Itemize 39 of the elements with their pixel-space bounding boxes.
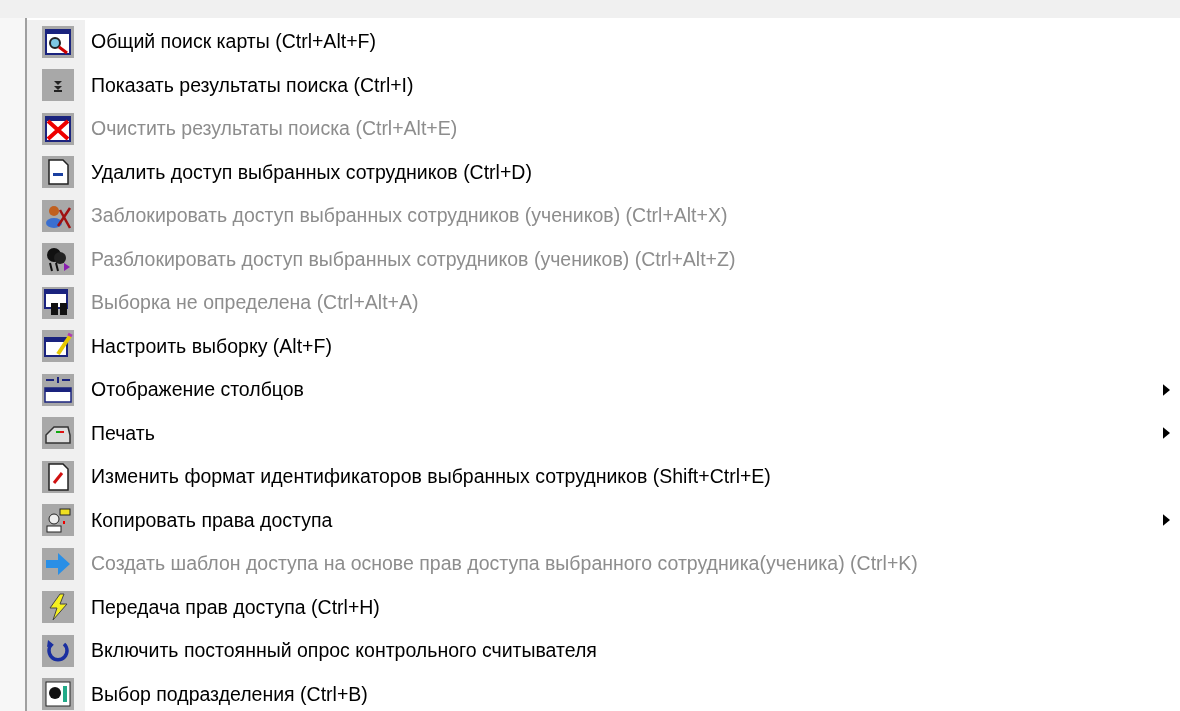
menu-item-label: Печать [91,421,156,445]
printer-icon [42,417,74,450]
menu-item[interactable]: Удалить доступ выбранных сотрудников (Ctrl+D) [27,150,1180,194]
menu-item-label: Удалить доступ выбранных сотрудников (Ctrl+D) [91,160,533,184]
menu-item[interactable]: Показать результаты поиска (Ctrl+I) [27,63,1180,107]
menu-item-label: Настроить выборку (Alt+F) [91,334,333,358]
menu-item-label: Передача прав доступа (Ctrl+H) [91,595,381,619]
menu-item-label: Выбор подразделения (Ctrl+B) [91,682,369,706]
menu-item[interactable]: Передача прав доступа (Ctrl+H) [27,585,1180,629]
columns-icon [42,373,74,406]
menu-item[interactable]: Копировать права доступа [27,498,1180,542]
person-block-icon [42,199,74,232]
refresh-icon [42,634,74,667]
menu-item-label: Отображение столбцов [91,378,305,402]
menu-item-label: Включить постоянный опрос контрольного считывателя [91,639,598,663]
menu-item[interactable]: Отображение столбцов [27,368,1180,412]
menu-item[interactable]: Включить постоянный опрос контрольного считывателя [27,629,1180,673]
menu-item-label: Изменить формат идентификаторов выбранных сотрудников (Shift+Ctrl+E) [91,465,772,489]
menu-item-label: Очистить результаты поиска (Ctrl+Alt+E) [91,117,459,141]
menu-item-label: Общий поиск карты (Ctrl+Alt+F) [91,30,377,54]
menu-item-label: Разблокировать доступ выбранных сотрудников (учеников) (Ctrl+Alt+Z) [91,247,737,271]
menu-item-label: Заблокировать доступ выбранных сотрудников (учеников) (Ctrl+Alt+X) [91,204,729,228]
arrow-right-icon [42,547,74,580]
menu-item[interactable]: Настроить выборку (Alt+F) [27,324,1180,368]
menu-item[interactable]: Выбор подразделения (Ctrl+B) [27,672,1180,711]
edit-list-icon [42,330,74,363]
menu-item-label: Показать результаты поиска (Ctrl+I) [91,73,415,97]
document-minus-icon [42,156,74,189]
menu-item-label: Копировать права доступа [91,508,334,532]
menu-item[interactable]: Изменить формат идентификаторов выбранных сотрудников (Shift+Ctrl+E) [27,455,1180,499]
document-edit-icon [42,460,74,493]
menu-item-label: Выборка не определена (Ctrl+Alt+A) [91,291,420,315]
menu-item-label: Создать шаблон доступа на основе прав доступа выбранного сотрудника(ученика) (Ctrl+K) [91,552,919,576]
search-card-icon [42,25,74,58]
menu-item[interactable]: Печать [27,411,1180,455]
clear-search-icon [42,112,74,145]
arrow-down-icon [42,69,74,102]
lightning-icon [42,591,74,624]
menu-item[interactable]: Общий поиск карты (Ctrl+Alt+F) [27,20,1180,64]
